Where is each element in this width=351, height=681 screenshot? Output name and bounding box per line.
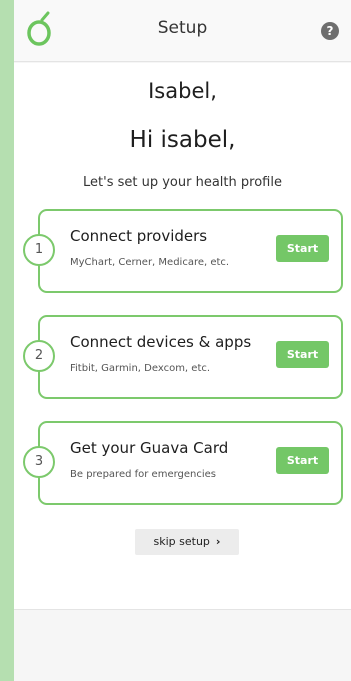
- greeting-heading: Hi isabel,: [129, 127, 236, 153]
- step-title: Connect providers: [70, 227, 208, 245]
- step-card-connect-providers: 1 Connect providers MyChart, Cerner, Med…: [23, 209, 343, 293]
- setup-subtitle: Let's set up your health profile: [83, 175, 282, 190]
- skip-setup-button[interactable]: skip setup ›: [135, 529, 239, 555]
- step-description: Fitbit, Garmin, Dexcom, etc.: [70, 363, 211, 374]
- page-title: Setup: [157, 18, 208, 38]
- start-button-guava-card[interactable]: Start: [276, 447, 329, 474]
- step-number-badge: 3: [23, 446, 55, 478]
- app-frame: Setup ? Isabel, Hi isabel, Let's set up …: [14, 0, 351, 681]
- step-description: MyChart, Cerner, Medicare, etc.: [70, 257, 230, 268]
- step-description: Be prepared for emergencies: [70, 469, 217, 480]
- chevron-right-icon: ›: [215, 535, 221, 548]
- start-button-connect-providers[interactable]: Start: [276, 235, 329, 262]
- step-title: Connect devices & apps: [70, 333, 252, 351]
- step-number-badge: 2: [23, 340, 55, 372]
- step-card-guava-card: 3 Get your Guava Card Be prepared for em…: [23, 421, 343, 505]
- top-bar: Setup ?: [14, 0, 351, 62]
- step-card-connect-devices: 2 Connect devices & apps Fitbit, Garmin,…: [23, 315, 343, 399]
- step-title: Get your Guava Card: [70, 439, 229, 457]
- help-icon[interactable]: ?: [321, 22, 339, 40]
- setup-content: Isabel, Hi isabel, Let's set up your hea…: [14, 63, 351, 610]
- name-heading: Isabel,: [148, 79, 217, 103]
- skip-setup-label: skip setup: [153, 535, 210, 548]
- step-number-badge: 1: [23, 234, 55, 266]
- start-button-connect-devices[interactable]: Start: [276, 341, 329, 368]
